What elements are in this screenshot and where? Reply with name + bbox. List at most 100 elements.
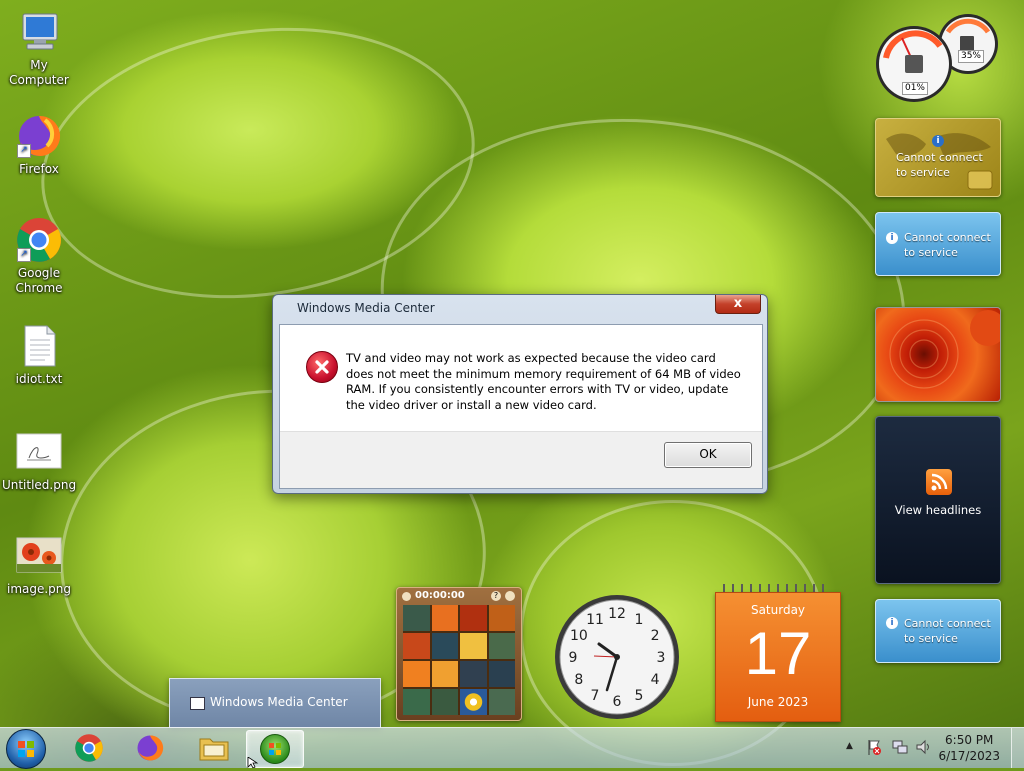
puzzle-tile[interactable] — [460, 633, 487, 659]
image-file-icon — [15, 428, 63, 476]
weather-gadget[interactable]: i Cannot connect to service — [875, 118, 1001, 197]
clock-numeral: 12 — [608, 606, 626, 622]
puzzle-tile[interactable] — [403, 633, 430, 659]
puzzle-tile[interactable] — [460, 689, 487, 715]
info-icon: i — [886, 617, 898, 629]
info-icon: i — [886, 232, 898, 244]
cpu-usage-value: 01% — [902, 82, 928, 95]
puzzle-help-icon[interactable]: ? — [491, 591, 501, 601]
window-icon — [190, 697, 205, 710]
calendar-page: Saturday 17 June 2023 — [715, 592, 841, 722]
puzzle-tile[interactable] — [403, 689, 430, 715]
puzzle-board — [403, 605, 515, 715]
desktop-icon-label: image.png — [6, 582, 72, 596]
puzzle-tile[interactable] — [431, 661, 458, 687]
desktop-icon-label: My Computer — [9, 58, 69, 87]
stocks-gadget[interactable]: i Cannot connect to service — [875, 599, 1001, 663]
desktop-icon-label: idiot.txt — [15, 372, 63, 386]
dialog-footer: OK — [280, 431, 762, 488]
memory-usage-value: 35% — [958, 50, 984, 63]
slideshow-gadget[interactable] — [875, 307, 1006, 402]
chrome-icon: ↗ — [15, 216, 63, 264]
clock-numeral: 8 — [574, 672, 583, 688]
clock-numeral: 10 — [570, 628, 588, 644]
error-icon — [306, 351, 338, 383]
volume-icon[interactable] — [914, 738, 932, 759]
preview-title: Windows Media Center — [210, 695, 348, 709]
clock-numeral: 7 — [591, 688, 600, 704]
chrome-icon — [75, 734, 103, 762]
desktop-icon-label: Untitled.png — [1, 478, 77, 492]
view-headlines-link[interactable]: View headlines — [876, 503, 1000, 517]
puzzle-tile[interactable] — [460, 605, 487, 631]
dialog-message: TV and video may not work as expected be… — [346, 351, 741, 412]
desktop-icon-my-computer[interactable]: My Computer — [0, 8, 79, 88]
info-icon: i — [932, 135, 944, 147]
clock-numeral: 11 — [586, 612, 604, 628]
network-icon[interactable] — [891, 738, 909, 759]
puzzle-tile[interactable] — [488, 689, 515, 715]
taskbar-thumbnail-preview[interactable]: Windows Media Center — [169, 678, 381, 728]
show-hidden-icons-button[interactable]: ▲ — [846, 741, 853, 751]
calendar-weekday: Saturday — [750, 603, 806, 617]
clock-numeral: 9 — [569, 650, 578, 666]
text-file-icon — [15, 322, 63, 370]
desktop-icon-idiot-txt[interactable]: idiot.txt — [0, 322, 79, 387]
computer-icon — [15, 8, 63, 56]
taskbar: ▲ 6:50 PM 6/17/2023 — [0, 727, 1024, 769]
desktop-icon-firefox[interactable]: ↗ Firefox — [0, 112, 79, 177]
puzzle-tile[interactable] — [460, 661, 487, 687]
stocks-error-message: Cannot connect to service — [904, 617, 991, 645]
clock-time: 6:50 PM — [945, 733, 994, 747]
folder-icon — [199, 738, 229, 761]
windows-logo-icon — [18, 741, 34, 757]
puzzle-tile[interactable] — [488, 661, 515, 687]
desktop-icon-google-chrome[interactable]: ↗ Google Chrome — [0, 216, 79, 296]
puzzle-timer: 00:00:00 — [415, 590, 465, 601]
dialog-title: Windows Media Center — [297, 301, 435, 315]
desktop-icon-label: Google Chrome — [15, 266, 63, 295]
clock-numeral: 3 — [657, 650, 666, 666]
calendar-gadget[interactable]: Saturday 17 June 2023 — [715, 584, 841, 722]
clock-date: 6/17/2023 — [938, 749, 1000, 763]
firefox-icon: ↗ — [15, 112, 63, 160]
cpu-meter-gadget[interactable]: 01% 35% — [872, 8, 1002, 102]
start-button[interactable] — [6, 729, 46, 769]
desktop-icon-image-png[interactable]: image.png — [0, 532, 79, 597]
weather-error-message: Cannot connect to service — [896, 151, 983, 179]
taskbar-explorer-button[interactable] — [186, 730, 242, 766]
system-clock[interactable]: 6:50 PM 6/17/2023 — [938, 732, 1000, 764]
puzzle-tile[interactable] — [488, 605, 515, 631]
puzzle-tile[interactable] — [431, 633, 458, 659]
clock-numeral: 2 — [651, 628, 660, 644]
puzzle-tile[interactable] — [403, 605, 430, 631]
show-desktop-button[interactable] — [1011, 728, 1024, 768]
dialog-close-button[interactable]: x — [715, 295, 761, 314]
puzzle-shuffle-icon[interactable] — [505, 591, 515, 601]
puzzle-tile[interactable] — [431, 689, 458, 715]
clock-numeral: 1 — [635, 612, 644, 628]
calendar-day: 17 — [744, 620, 812, 687]
taskbar-firefox-button[interactable] — [122, 730, 178, 766]
clock-numeral: 6 — [613, 694, 622, 710]
action-center-flag-icon[interactable] — [866, 738, 882, 759]
firefox-icon — [137, 735, 164, 761]
ok-button[interactable]: OK — [664, 442, 752, 468]
media-center-icon — [260, 734, 290, 764]
shortcut-arrow-icon: ↗ — [17, 248, 31, 262]
clock-numeral: 5 — [635, 688, 644, 704]
puzzle-tile[interactable] — [431, 605, 458, 631]
mouse-cursor-icon — [247, 756, 259, 771]
dialog-body: TV and video may not work as expected be… — [279, 324, 763, 489]
desktop-icon-untitled-png[interactable]: Untitled.png — [0, 428, 79, 493]
puzzle-tile[interactable] — [488, 633, 515, 659]
picture-puzzle-gadget[interactable]: 00:00:00 ? — [396, 587, 522, 721]
taskbar-chrome-button[interactable] — [61, 730, 117, 766]
puzzle-tile[interactable] — [403, 661, 430, 687]
flower-photo-image — [889, 310, 1006, 389]
analog-clock-face: 12 12 3 45678 9 1011 — [555, 595, 679, 719]
currency-gadget[interactable]: i Cannot connect to service — [875, 212, 1001, 276]
clock-gadget[interactable]: 12 1 2 3 4 5 6 7 8 9 10 11 — [554, 594, 680, 720]
feed-headlines-gadget[interactable]: View headlines — [875, 416, 1001, 584]
shortcut-arrow-icon: ↗ — [17, 144, 31, 158]
